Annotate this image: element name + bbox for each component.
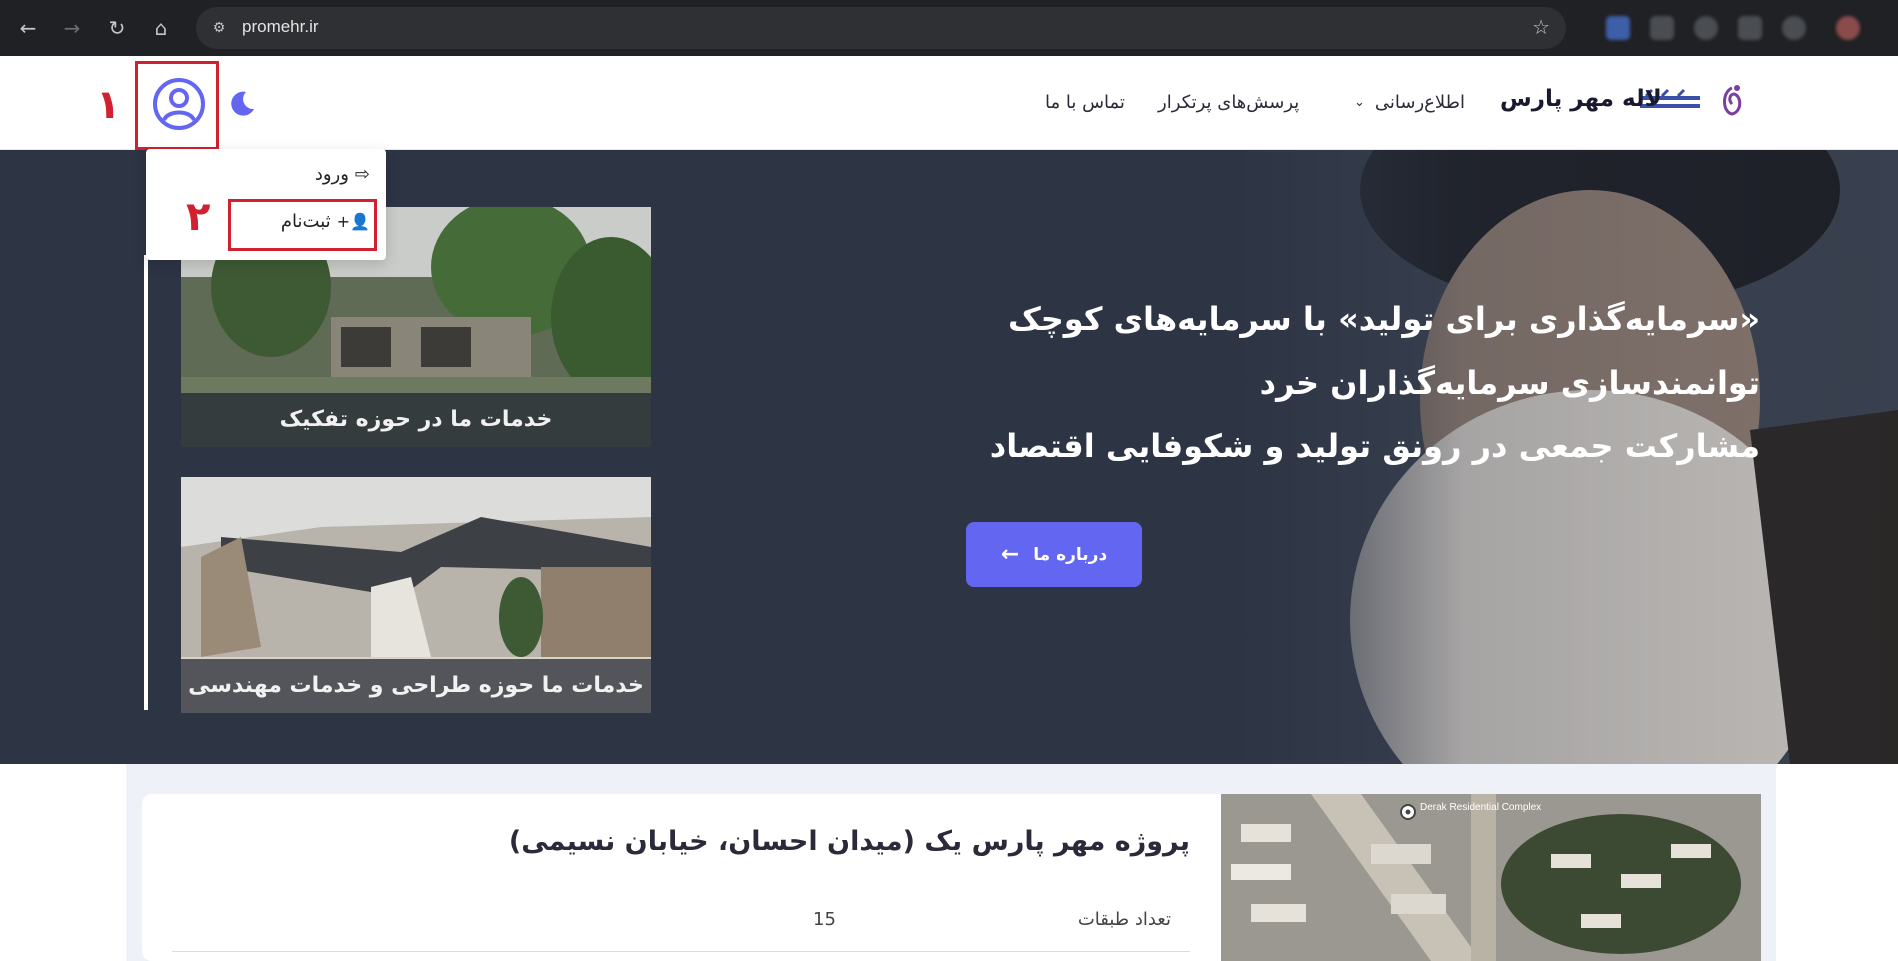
- nav-item-contact[interactable]: تماس با ما: [1045, 92, 1125, 113]
- nav-item-faq[interactable]: پرسش‌های پرتکرار: [1158, 92, 1299, 113]
- chevron-down-icon: ⌄: [1354, 95, 1365, 110]
- about-us-label: درباره ما: [1033, 544, 1108, 565]
- floors-label: تعداد طبقات: [1077, 909, 1171, 930]
- nav-item-label: اطلاع‌رسانی: [1374, 92, 1465, 113]
- site-info-icon[interactable]: ⚙: [208, 17, 230, 39]
- extension-icon[interactable]: [1606, 16, 1630, 40]
- extension-icon[interactable]: [1782, 16, 1806, 40]
- annotation-highlight-user: [135, 61, 219, 150]
- floors-value: 15: [813, 909, 836, 930]
- address-bar[interactable]: ⚙ promehr.ir ☆: [196, 7, 1566, 49]
- hero-headline-3: مشارکت جمعی در رونق تولید و شکوفایی اقتص…: [989, 427, 1760, 465]
- map-place-label: Derak Residential Complex: [1420, 802, 1541, 813]
- nav-item-news[interactable]: اطلاع‌رسانی ⌄: [1354, 92, 1465, 113]
- hero-headline-1: «سرمایه‌گذاری برای تولید» با سرمایه‌های …: [1007, 300, 1760, 338]
- service-card-design[interactable]: خدمات ما حوزه طراحی و خدمات مهندسی: [181, 477, 651, 713]
- profile-avatar[interactable]: [1836, 16, 1860, 40]
- forward-icon[interactable]: →: [58, 14, 86, 42]
- annotation-marker-2: ۲: [186, 194, 211, 240]
- hero-headline-2: توانمندسازی سرمایه‌گذاران خرد: [1259, 364, 1760, 402]
- project-map-image[interactable]: Derak Residential Complex: [1221, 794, 1761, 961]
- home-icon[interactable]: ⌂: [147, 14, 175, 42]
- back-icon[interactable]: ←: [14, 14, 42, 42]
- login-menu-item[interactable]: ⇨ ورود: [315, 164, 370, 185]
- table-divider: [172, 951, 1190, 952]
- service-card-caption: خدمات ما حوزه طراحی و خدمات مهندسی: [181, 659, 651, 713]
- project-title[interactable]: پروژه مهر پارس یک (میدان احسان، خیابان ن…: [509, 826, 1190, 857]
- brand-name[interactable]: لاله مهر پارس: [1500, 86, 1662, 112]
- login-icon: ⇨: [354, 164, 370, 185]
- extension-icon[interactable]: [1738, 16, 1762, 40]
- extension-icon[interactable]: [1694, 16, 1718, 40]
- login-label: ورود: [314, 164, 349, 185]
- about-us-button[interactable]: درباره ما ←: [966, 522, 1142, 587]
- divider-line: [144, 255, 148, 710]
- arrow-left-icon: ←: [1000, 542, 1020, 567]
- dark-mode-moon-icon[interactable]: [228, 89, 256, 117]
- service-card-caption: خدمات ما در حوزه تفکیک: [181, 393, 651, 447]
- bookmark-star-icon[interactable]: ☆: [1532, 15, 1550, 39]
- annotation-highlight-signup: [228, 199, 377, 251]
- annotation-marker-1: ۱: [96, 82, 121, 128]
- url-text[interactable]: promehr.ir: [242, 17, 319, 37]
- reload-icon[interactable]: ↻: [103, 14, 131, 42]
- browser-toolbar: ← → ↻ ⌂ ⚙ promehr.ir ☆: [0, 0, 1898, 56]
- extension-icon[interactable]: [1650, 16, 1674, 40]
